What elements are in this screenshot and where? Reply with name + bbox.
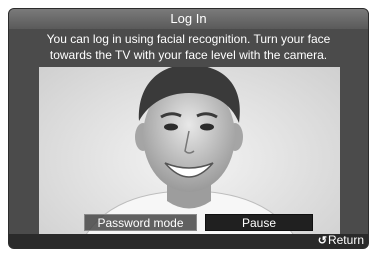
instruction-line-1: You can log in using facial recognition.… — [46, 32, 331, 46]
password-mode-button[interactable]: Password mode — [84, 214, 197, 231]
facial-login-dialog: Log In You can log in using facial recog… — [8, 8, 369, 249]
footer-bar: ↺Return — [9, 233, 368, 248]
return-label: Return — [327, 233, 364, 247]
instruction-line-2: towards the TV with your face level with… — [49, 48, 328, 62]
pause-button[interactable]: Pause — [205, 214, 313, 231]
return-button[interactable]: ↺Return — [318, 233, 364, 248]
dialog-title: Log In — [9, 9, 368, 29]
return-icon: ↺ — [317, 235, 327, 247]
instruction-text: You can log in using facial recognition.… — [9, 29, 368, 67]
